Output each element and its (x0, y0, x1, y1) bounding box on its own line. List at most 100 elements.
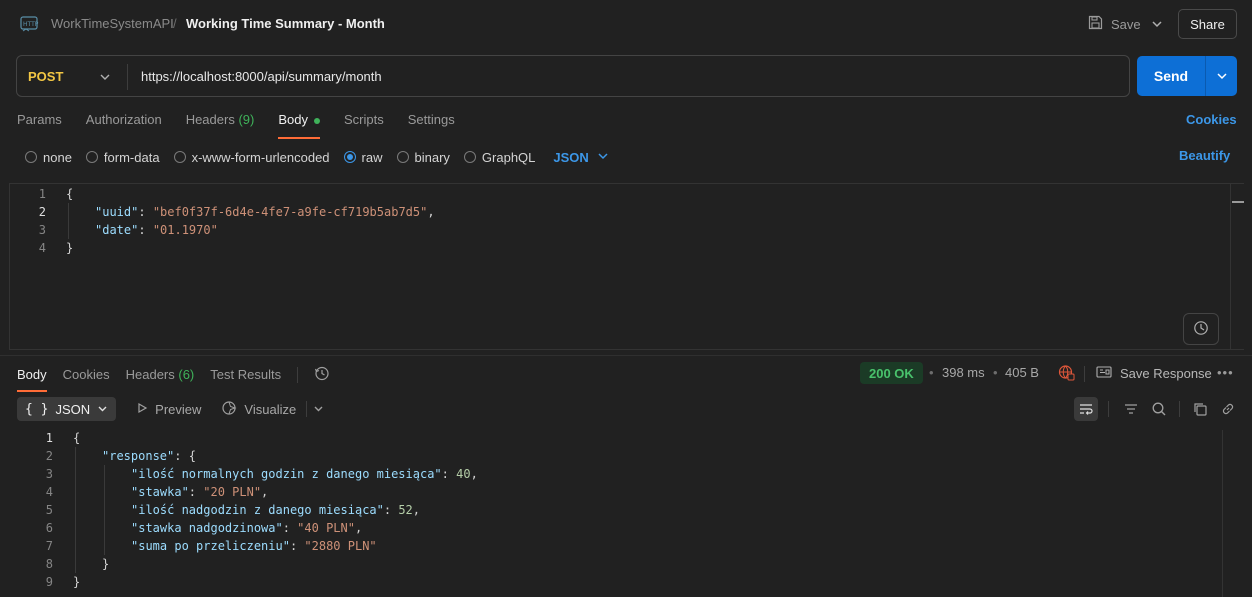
active-tab-indicator (278, 137, 320, 139)
globe-icon[interactable] (1058, 364, 1075, 384)
json-value: 40 (456, 467, 471, 481)
code-line: "stawka nadgodzinowa": "40 PLN", (131, 521, 363, 535)
request-tabs: Params Authorization Headers (9) Body Sc… (17, 112, 455, 139)
tab-headers-label: Headers (185, 112, 235, 127)
chevron-down-icon[interactable] (313, 402, 324, 417)
history-icon[interactable] (314, 365, 330, 384)
body-type-options: none form-data x-www-form-urlencoded raw… (25, 148, 609, 166)
separator-dot: • (929, 365, 934, 380)
search-icon[interactable] (1147, 397, 1171, 421)
url-input[interactable]: https://localhost:8000/api/summary/month (141, 69, 382, 84)
tab-settings[interactable]: Settings (408, 112, 455, 132)
radio-label: none (43, 149, 72, 165)
json-value: "01.1970" (152, 223, 218, 237)
format-label: JSON (55, 401, 91, 417)
radio-label: GraphQL (481, 149, 536, 165)
json-key: "date" (95, 223, 139, 237)
radio-circle (396, 151, 409, 163)
json-key: "response" (102, 449, 175, 463)
editor-scrollbar[interactable] (1230, 183, 1244, 350)
json-key: "ilość nadgodzin z danego miesiąca" (131, 503, 384, 517)
radio-form-data[interactable]: form-data (85, 149, 160, 165)
radio-label: x-www-form-urlencoded (191, 149, 330, 165)
response-time[interactable]: 398 ms (942, 365, 985, 380)
save-response-icon (1096, 365, 1112, 382)
tab-response-cookies[interactable]: Cookies (63, 367, 110, 382)
code-line: "ilość normalnych godzin z danego miesią… (131, 467, 478, 481)
filter-icon[interactable] (1119, 397, 1143, 421)
json-key: "stawka" (131, 485, 189, 499)
scrollbar-thumb[interactable] (1232, 201, 1244, 203)
tab-response-body[interactable]: Body (17, 367, 47, 392)
language-select[interactable]: JSON (553, 150, 608, 165)
wrap-lines-icon[interactable] (1074, 397, 1098, 421)
radio-label: form-data (103, 149, 160, 165)
tab-headers[interactable]: Headers (9) (186, 112, 255, 132)
visualize-button[interactable]: Visualize (221, 400, 296, 419)
code-line: "uuid": "bef0f37f-6d4e-4fe7-a9fe-cf719b5… (95, 205, 435, 219)
response-scrollbar[interactable] (1222, 430, 1223, 597)
save-response-button[interactable]: Save Response (1096, 365, 1212, 382)
format-button[interactable] (1183, 313, 1219, 345)
headers-count: (9) (238, 112, 255, 127)
radio-none[interactable]: none (25, 150, 72, 165)
save-label: Save (1111, 16, 1141, 32)
preview-icon (136, 402, 148, 417)
divider (0, 355, 1252, 356)
status-badge[interactable]: 200 OK (860, 362, 923, 384)
send-button[interactable]: Send (1137, 56, 1205, 96)
save-icon (1088, 15, 1103, 33)
json-key: "suma po przeliczeniu" (131, 539, 290, 553)
tab-body[interactable]: Body (278, 112, 320, 139)
tab-test-results[interactable]: Test Results (210, 367, 281, 382)
line-number: 5 (45, 503, 53, 517)
line-number: 3 (45, 467, 53, 481)
preview-button[interactable]: Preview (136, 402, 201, 417)
radio-raw[interactable]: raw (343, 150, 383, 165)
radio-label: binary (414, 149, 450, 165)
save-button[interactable]: Save (1088, 14, 1141, 34)
method-select[interactable]: POST (28, 69, 63, 84)
chevron-down-icon (597, 150, 609, 165)
language-label: JSON (553, 149, 589, 165)
breadcrumb-collection[interactable]: WorkTimeSystemAPI (51, 16, 174, 31)
line-number: 1 (38, 187, 46, 201)
tab-scripts[interactable]: Scripts (344, 112, 384, 132)
radio-binary[interactable]: binary (396, 149, 450, 165)
copy-icon[interactable] (1188, 397, 1212, 421)
radio-circle (173, 151, 186, 163)
beautify-link[interactable]: Beautify (1179, 148, 1230, 163)
link-icon[interactable] (1216, 397, 1240, 421)
tab-authorization[interactable]: Authorization (86, 112, 162, 132)
radio-graphql[interactable]: GraphQL (463, 149, 536, 165)
response-format-select[interactable]: { } JSON (17, 397, 117, 421)
indent-guide (75, 447, 76, 573)
more-icon[interactable]: ••• (1217, 365, 1234, 380)
chevron-down-icon[interactable] (1150, 14, 1164, 34)
radio-urlencoded[interactable]: x-www-form-urlencoded (173, 149, 330, 165)
cookies-link[interactable]: Cookies (1186, 112, 1237, 127)
share-button[interactable]: Share (1178, 9, 1237, 39)
active-tab-indicator (17, 390, 47, 392)
response-tabs: Body Cookies Headers (6) Test Results (17, 365, 330, 392)
request-title[interactable]: Working Time Summary - Month (186, 16, 385, 31)
chevron-down-icon[interactable] (99, 70, 111, 84)
line-number: 6 (45, 521, 53, 535)
code-line: "suma po przeliczeniu": "2880 PLN" (131, 539, 377, 553)
tab-params[interactable]: Params (17, 112, 62, 132)
chevron-down-icon[interactable] (1215, 69, 1229, 83)
line-number: 9 (45, 575, 53, 589)
divider (306, 401, 308, 417)
code-line: } (66, 241, 74, 255)
json-value: "40 PLN" (297, 521, 355, 535)
indent-guide (104, 465, 105, 555)
code-line: { (73, 431, 81, 445)
visualize-icon (221, 400, 237, 419)
json-key: "stawka nadgodzinowa" (131, 521, 283, 535)
response-size[interactable]: 405 B (1005, 365, 1039, 380)
svg-text:HTTP: HTTP (23, 21, 39, 28)
json-key: "ilość normalnych godzin z danego miesią… (131, 467, 442, 481)
line-number: 4 (45, 485, 53, 499)
line-number: 2 (45, 449, 53, 463)
tab-response-headers[interactable]: Headers (6) (126, 367, 195, 382)
